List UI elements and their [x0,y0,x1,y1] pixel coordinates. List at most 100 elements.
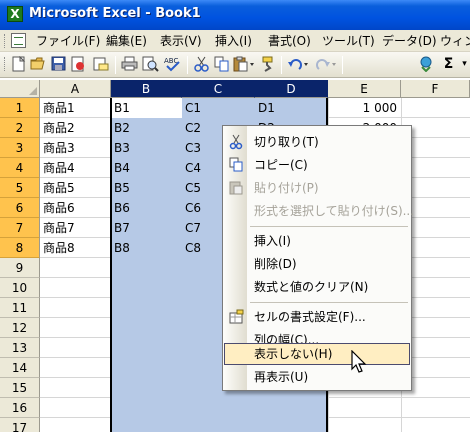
toolbar-grip[interactable] [4,57,7,71]
print-preview-icon[interactable] [142,56,159,73]
row-header[interactable]: 14 [0,358,40,378]
row-header[interactable]: 16 [0,398,40,418]
cell-c6[interactable]: C6 [182,198,222,218]
cell-b8[interactable]: B8 [111,238,182,258]
row-header[interactable]: 4 [0,158,40,178]
autosum-icon[interactable]: Σ [440,56,457,73]
row-header[interactable]: 10 [0,278,40,298]
column-header-b[interactable]: B [111,80,182,98]
permission-icon[interactable] [70,56,87,73]
excel-app-icon[interactable]: X [7,6,23,22]
toolbar-separator [281,56,282,74]
row-header[interactable]: 11 [0,298,40,318]
cell-b1[interactable]: B1 [111,98,182,118]
cell-a4[interactable]: 商品4 [40,158,111,178]
menu-item-label: コピー(C) [254,158,308,172]
spelling-icon[interactable]: ABC [164,56,181,73]
cell-b6[interactable]: B6 [111,198,182,218]
menu-window[interactable]: ウィン [440,33,470,49]
toolbar-overflow-icon[interactable]: ▾ [456,56,470,73]
menu-item-format-cells[interactable]: セルの書式設定(F)... [224,306,410,328]
cell-a1[interactable]: 商品1 [40,98,111,118]
cell-a6[interactable]: 商品6 [40,198,111,218]
cell-a8[interactable]: 商品8 [40,238,111,258]
menu-tools[interactable]: ツール(T) [322,33,375,49]
menu-item-label: 形式を選択して貼り付け(S)... [254,204,415,218]
cell-a7[interactable]: 商品7 [40,218,111,238]
row-header[interactable]: 5 [0,178,40,198]
row-header[interactable]: 3 [0,138,40,158]
workbook-icon[interactable] [11,33,26,48]
cell-b3[interactable]: B3 [111,138,182,158]
row-header[interactable]: 1 [0,98,40,118]
open-icon[interactable] [30,56,47,73]
window-title: Microsoft Excel - Book1 [29,6,201,21]
row-header[interactable]: 9 [0,258,40,278]
column-header-d[interactable]: D [255,80,328,98]
menu-item-copy[interactable]: コピー(C) [224,154,410,176]
cell-a5[interactable]: 商品5 [40,178,111,198]
column-header-f[interactable]: F [401,80,470,98]
menu-item-paste[interactable]: 貼り付け(P) [224,177,410,199]
cell-b7[interactable]: B7 [111,218,182,238]
menu-insert[interactable]: 挿入(I) [215,33,252,49]
new-icon[interactable] [10,55,27,73]
title-bar: X Microsoft Excel - Book1 [0,0,470,30]
menu-grip[interactable] [4,34,7,48]
menu-file[interactable]: ファイル(F) [36,33,100,49]
menu-data[interactable]: データ(D) [382,33,437,49]
paste-icon[interactable] [233,56,254,73]
cell-c5[interactable]: C5 [182,178,222,198]
format-painter-icon[interactable] [260,56,277,73]
undo-icon[interactable] [287,56,308,73]
menu-item-cut[interactable]: 切り取り(T) [224,131,410,153]
menu-item-label: 表示しない(H) [254,347,333,361]
menu-edit[interactable]: 編集(E) [106,33,147,49]
column-header-c[interactable]: C [182,80,255,98]
menu-item-unhide[interactable]: 再表示(U) [224,366,410,388]
copy-icon [228,157,244,173]
menu-item-delete[interactable]: 削除(D) [224,253,410,275]
hyperlink-icon[interactable] [418,56,435,73]
cut-icon[interactable] [193,56,210,73]
column-header-a[interactable]: A [40,80,111,98]
cell-c2[interactable]: C2 [182,118,222,138]
row-header[interactable]: 6 [0,198,40,218]
row-header[interactable]: 12 [0,318,40,338]
row-header[interactable]: 8 [0,238,40,258]
save-icon[interactable] [50,56,67,73]
print-icon[interactable] [121,56,138,73]
redo-icon[interactable] [315,56,336,73]
cell-d1[interactable]: D1 [255,98,328,118]
email-icon[interactable] [92,56,109,73]
cell-c8[interactable]: C8 [182,238,222,258]
cell-c1[interactable]: C1 [182,98,222,118]
menu-item-paste-special[interactable]: 形式を選択して貼り付け(S)... [224,200,414,222]
menu-item-hide[interactable]: 表示しない(H) [224,343,410,365]
cell-c7[interactable]: C7 [182,218,222,238]
row-header[interactable]: 15 [0,378,40,398]
cell-b5[interactable]: B5 [111,178,182,198]
menu-format[interactable]: 書式(O) [268,33,311,49]
cell-c4[interactable]: C4 [182,158,222,178]
row-header[interactable]: 13 [0,338,40,358]
row-header[interactable]: 7 [0,218,40,238]
menu-item-label: セルの書式設定(F)... [254,310,366,324]
toolbar-separator [187,56,188,74]
menu-item-insert[interactable]: 挿入(I) [224,230,410,252]
select-all-button[interactable] [0,80,40,98]
menu-item-clear-contents[interactable]: 数式と値のクリア(N) [224,276,410,298]
column-header-e[interactable]: E [328,80,401,98]
copy-icon[interactable] [213,56,230,73]
cell-a3[interactable]: 商品3 [40,138,111,158]
cell-e1[interactable]: 1 000 [328,98,401,118]
cell-b2[interactable]: B2 [111,118,182,138]
menu-view[interactable]: 表示(V) [160,33,202,49]
context-menu: 切り取り(T) コピー(C) 貼り付け(P) 形式を選択して貼り付け(S)...… [222,125,414,391]
menu-item-label: 切り取り(T) [254,135,319,149]
row-header[interactable]: 17 [0,418,40,432]
cell-a2[interactable]: 商品2 [40,118,111,138]
cell-b4[interactable]: B4 [111,158,182,178]
cell-c3[interactable]: C3 [182,138,222,158]
row-header[interactable]: 2 [0,118,40,138]
